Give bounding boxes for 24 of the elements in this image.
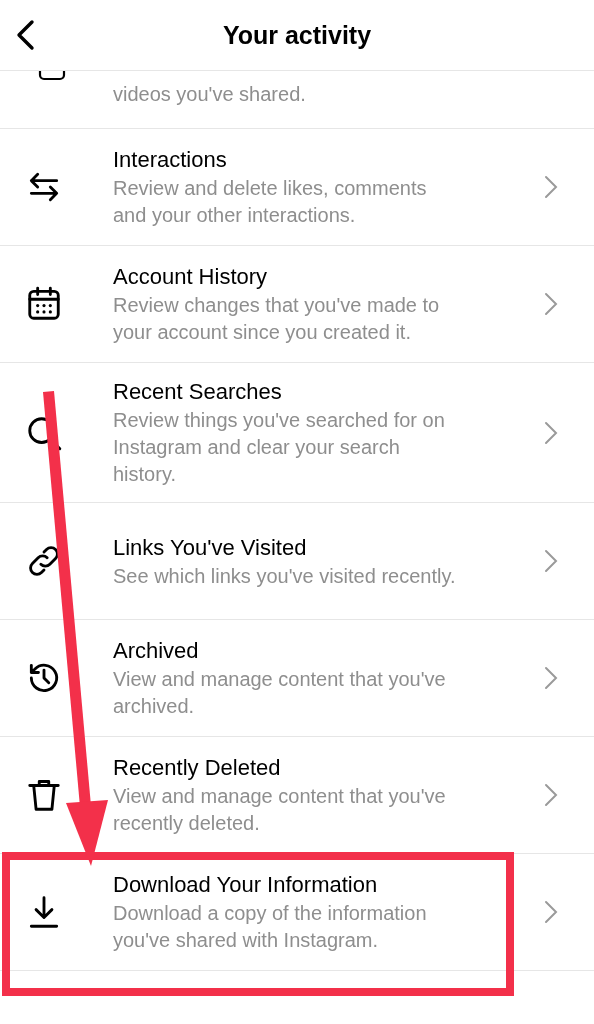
calendar-icon (25, 285, 63, 323)
item-title[interactable]: Download Your Information (113, 870, 378, 900)
item-title[interactable]: Links You've Visited (113, 532, 307, 563)
item-description: View and manage content that you've recently deleted. (113, 784, 447, 836)
item-description: See which links you've visited recently. (113, 563, 456, 589)
item-title[interactable]: Account History (113, 262, 268, 292)
chevron-icon (544, 783, 558, 807)
item-title[interactable]: Interactions (113, 145, 227, 175)
item-description: Review changes that you've made to your account since you created it. (113, 293, 441, 345)
chevron-icon (544, 175, 558, 199)
page-title: Your activity (222, 20, 372, 50)
chevron-icon (544, 900, 558, 924)
chevron-icon (544, 549, 558, 573)
item-description: Review and delete likes, comments and your other interactions. (113, 176, 428, 228)
item-description: videos you've shared. (113, 82, 306, 107)
item-title[interactable]: Recent Searches (113, 377, 282, 407)
chevron-icon (544, 292, 558, 316)
chevron-icon (544, 666, 558, 690)
item-description: Download a copy of the information you've shared with Instagram. (113, 901, 428, 953)
item-description: View and manage content that you've archived. (113, 667, 447, 719)
chevron-icon (544, 420, 558, 445)
item-title[interactable]: Recently Deleted (113, 753, 281, 783)
item-title[interactable]: Archived (113, 636, 199, 666)
item-description: Review things you've searched for on Instagram and clear your search history. (113, 408, 446, 487)
